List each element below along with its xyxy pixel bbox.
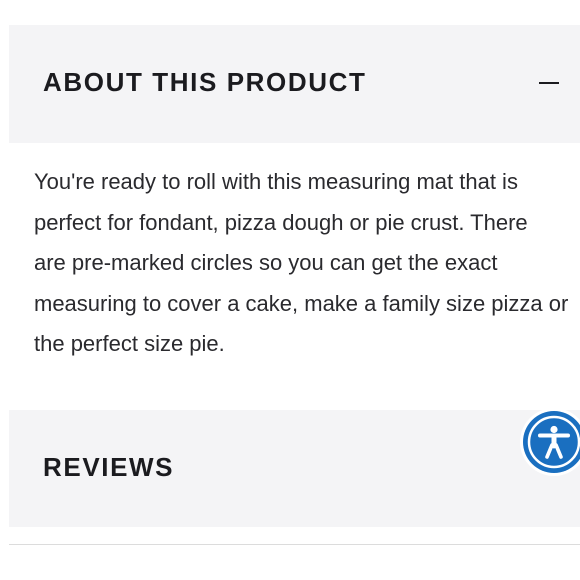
description-line: the perfect size pie. xyxy=(34,331,225,356)
minus-icon xyxy=(539,82,559,84)
about-product-accordion-header[interactable]: ABOUT THIS PRODUCT xyxy=(9,25,580,143)
about-product-title: ABOUT THIS PRODUCT xyxy=(43,67,367,97)
accessibility-person-icon xyxy=(527,415,580,469)
collapse-toggle-button[interactable] xyxy=(533,65,567,99)
description-line: measuring to cover a cake, make a family… xyxy=(34,290,569,316)
section-divider xyxy=(9,544,580,545)
description-line: perfect for fondant, pizza dough or pie … xyxy=(34,209,528,235)
product-details-panel: ABOUT THIS PRODUCT You're ready to roll … xyxy=(0,0,580,580)
description-line: You're ready to roll with this measuring… xyxy=(34,169,518,194)
description-line: are pre-marked circles so you can get th… xyxy=(34,250,498,275)
accessibility-widget-button[interactable] xyxy=(520,408,580,476)
reviews-title: REVIEWS xyxy=(43,452,175,482)
reviews-accordion-header[interactable]: REVIEWS xyxy=(9,410,580,527)
product-description: You're ready to roll with this measuring… xyxy=(34,162,580,365)
